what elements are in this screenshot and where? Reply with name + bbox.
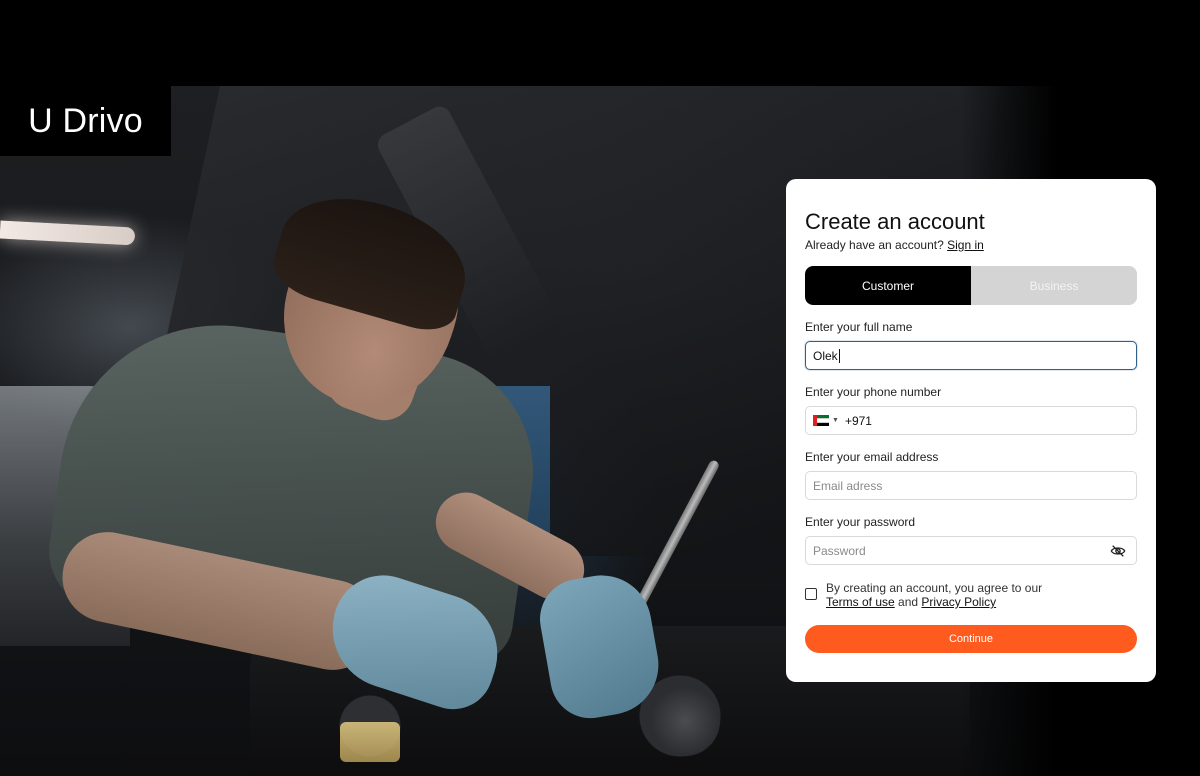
email-label: Enter your email address — [805, 450, 939, 464]
terms-joiner: and — [898, 595, 919, 609]
engine-reservoir — [650, 686, 720, 756]
signup-card: Create an account Already have an accoun… — [786, 179, 1156, 682]
country-dropdown-icon[interactable]: ▼ — [832, 417, 839, 424]
terms-text: By creating an account, you agree to our… — [826, 581, 1042, 609]
full-name-input[interactable]: Olek — [805, 341, 1137, 370]
eye-slash-icon[interactable] — [1110, 544, 1126, 558]
terms-of-use-link[interactable]: Terms of use — [826, 595, 895, 609]
terms-checkbox[interactable] — [805, 588, 817, 600]
signin-prompt: Already have an account? Sign in — [805, 238, 1137, 252]
brand-name: U Drivo — [28, 101, 143, 140]
text-caret — [838, 348, 840, 363]
engine-cap — [340, 722, 400, 762]
ceiling-light — [0, 220, 136, 246]
continue-button[interactable]: Continue — [805, 625, 1137, 653]
country-code: +971 — [844, 413, 872, 428]
signin-prompt-text: Already have an account? — [805, 238, 944, 252]
terms-row: By creating an account, you agree to our… — [805, 581, 1137, 609]
form-title: Create an account — [805, 209, 985, 234]
account-type-tabs: Customer Business — [805, 266, 1137, 305]
phone-label: Enter your phone number — [805, 385, 942, 399]
email-input[interactable]: Email adress — [805, 471, 1137, 500]
brand-logo: U Drivo — [0, 86, 171, 156]
terms-prefix: By creating an account, you agree to our — [826, 581, 1043, 595]
full-name-label: Enter your full name — [805, 320, 913, 334]
password-input[interactable]: Password — [805, 536, 1137, 565]
privacy-policy-link[interactable]: Privacy Policy — [921, 595, 996, 609]
email-placeholder: Email adress — [813, 478, 883, 493]
tab-business[interactable]: Business — [971, 266, 1137, 305]
tab-customer[interactable]: Customer — [805, 266, 971, 305]
signin-link[interactable]: Sign in — [947, 238, 984, 252]
phone-input[interactable]: ▼ +971 — [805, 406, 1137, 435]
full-name-value: Olek — [813, 348, 838, 363]
password-label: Enter your password — [805, 515, 916, 529]
uae-flag-icon[interactable] — [813, 415, 829, 426]
password-placeholder: Password — [813, 543, 866, 558]
